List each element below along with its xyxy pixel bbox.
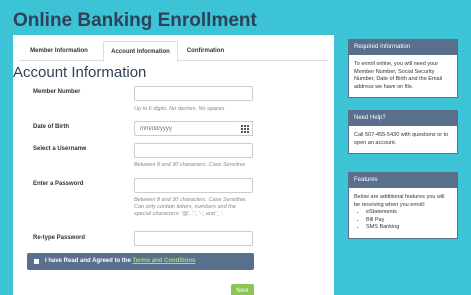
username-help: Between 8 and 30 characters. Case Sensit…	[134, 162, 246, 168]
terms-link[interactable]: Terms and Conditions	[132, 258, 195, 264]
retype-password-input[interactable]	[134, 231, 253, 246]
terms-checkbox[interactable]	[34, 259, 39, 264]
features-intro: Below are additional features you will b…	[354, 194, 445, 208]
password-label: Enter a Password	[33, 181, 84, 187]
dob-label: Date of Birth	[33, 124, 69, 130]
need-help-panel: Need Help? Call 507-455-5430 with questi…	[348, 110, 458, 154]
dob-input[interactable]	[134, 121, 238, 136]
next-button[interactable]: Next	[231, 284, 254, 295]
features-body: Below are additional features you will b…	[349, 188, 457, 238]
feature-item: eStatements	[366, 209, 452, 217]
page-title: Online Banking Enrollment	[13, 10, 257, 31]
password-help: Between 8 and 30 characters. Case Sensit…	[134, 197, 247, 217]
features-list: eStatements Bill Pay SMS Banking	[354, 209, 452, 232]
tab-account-information[interactable]: Account Information	[103, 41, 178, 62]
tab-member-information[interactable]: Member Information	[19, 41, 99, 62]
terms-agreement-bar: I have Read and Agreed to the Terms and …	[27, 253, 254, 270]
terms-text: I have Read and Agreed to the Terms and …	[45, 253, 195, 270]
username-label: Select a Username	[33, 146, 87, 152]
password-input[interactable]	[134, 178, 253, 193]
calendar-icon	[240, 124, 249, 133]
member-number-help: Up to 6 digits. No dashes. No spaces	[134, 106, 225, 112]
tab-bar: Member Information Account Information C…	[19, 41, 328, 62]
features-panel: Features Below are additional features y…	[348, 172, 458, 239]
required-info-panel: Required Information To enroll online, y…	[348, 39, 458, 98]
need-help-body: Call 507-455-5430 with questions or to o…	[354, 132, 449, 146]
feature-item: SMS Banking	[366, 224, 452, 232]
section-title: Account Information	[13, 64, 147, 81]
username-input[interactable]	[134, 143, 253, 158]
calendar-button[interactable]	[237, 121, 253, 136]
member-number-input[interactable]	[134, 86, 253, 101]
member-number-label: Member Number	[33, 89, 81, 95]
features-title: Features	[349, 173, 457, 188]
tab-confirmation[interactable]: Confirmation	[178, 41, 233, 62]
feature-item: Bill Pay	[366, 217, 452, 225]
required-info-body: To enroll online, you will need your Mem…	[354, 61, 443, 90]
terms-prefix: I have Read and Agreed to the	[45, 258, 131, 264]
need-help-title: Need Help?	[349, 111, 457, 126]
required-info-title: Required Information	[349, 40, 457, 55]
retype-password-label: Re-type Password	[33, 235, 86, 241]
